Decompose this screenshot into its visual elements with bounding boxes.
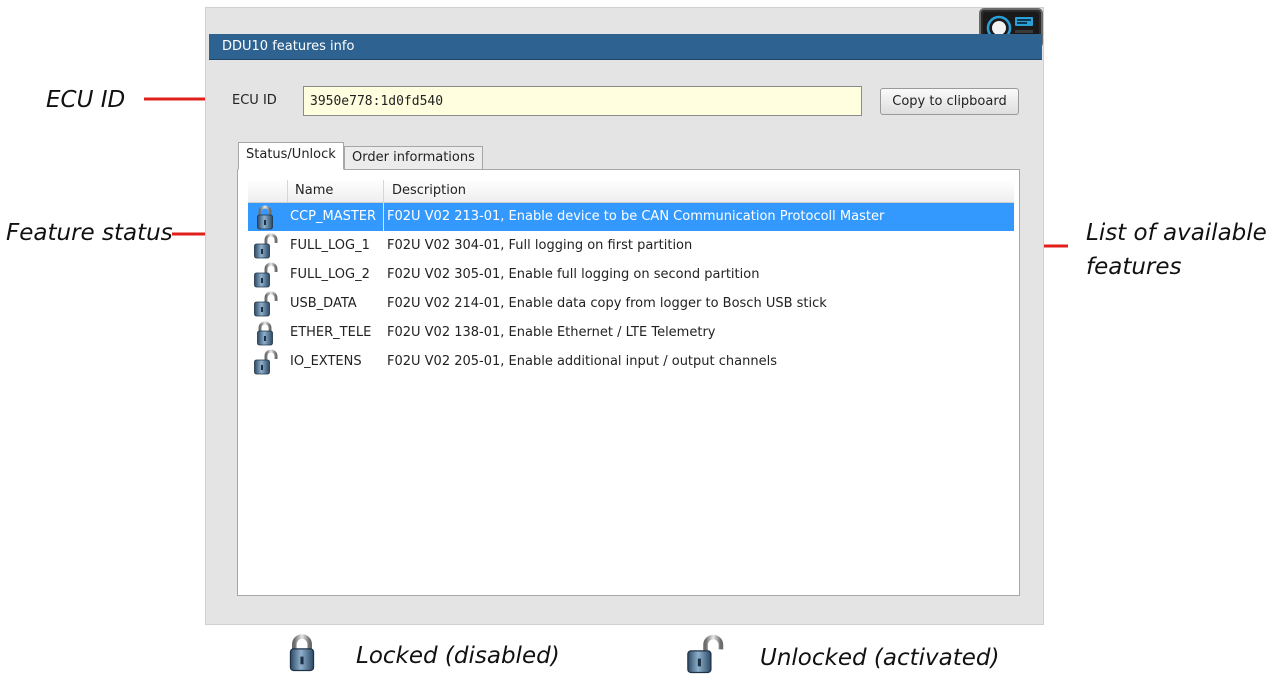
feature-description: F02U V02 205-01, Enable additional input…	[387, 354, 777, 369]
feature-description: F02U V02 213-01, Enable device to be CAN…	[387, 209, 885, 224]
column-header-name[interactable]: Name	[288, 180, 384, 203]
lock-open-icon[interactable]	[252, 262, 278, 288]
table-row[interactable]: FULL_LOG_2 F02U V02 305-01, Enable full …	[248, 261, 1014, 289]
lock-open-icon[interactable]	[252, 349, 278, 375]
feature-name: FULL_LOG_2	[290, 267, 370, 282]
feature-name: FULL_LOG_1	[290, 238, 370, 253]
lock-closed-icon[interactable]	[252, 204, 278, 230]
table-row[interactable]: FULL_LOG_1 F02U V02 304-01, Full logging…	[248, 232, 1014, 260]
features-table: Name Description CCP_MASTER F02U V02 213…	[237, 169, 1020, 596]
table-row[interactable]: CCP_MASTER F02U V02 213-01, Enable devic…	[248, 203, 1014, 231]
column-header-status[interactable]	[248, 180, 288, 203]
ecu-id-label: ECU ID	[232, 93, 277, 108]
tab-status-unlock[interactable]: Status/Unlock	[238, 142, 344, 170]
lock-open-icon[interactable]	[252, 291, 278, 317]
annotation-list-line2: features	[1086, 254, 1182, 280]
annotation-list-line1: List of available	[1086, 220, 1266, 246]
feature-description: F02U V02 138-01, Enable Ethernet / LTE T…	[387, 325, 716, 340]
feature-description: F02U V02 304-01, Full logging on first p…	[387, 238, 693, 253]
column-header-description[interactable]: Description	[384, 180, 1014, 203]
table-row[interactable]: USB_DATA F02U V02 214-01, Enable data co…	[248, 290, 1014, 318]
legend-unlocked-label: Unlocked (activated)	[760, 645, 1000, 671]
legend-locked-label: Locked (disabled)	[356, 643, 560, 669]
feature-name: ETHER_TELE	[290, 325, 372, 340]
feature-description: F02U V02 214-01, Enable data copy from l…	[387, 296, 827, 311]
features-dialog: DDU10 features info ECU ID Copy to clipb…	[205, 7, 1044, 625]
feature-name: USB_DATA	[290, 296, 357, 311]
legend-lock-closed-icon	[282, 630, 322, 674]
copy-to-clipboard-button[interactable]: Copy to clipboard	[880, 88, 1019, 115]
window-title: DDU10 features info	[209, 34, 1042, 60]
annotation-feature-status: Feature status	[6, 220, 173, 246]
ecu-id-field[interactable]	[303, 86, 862, 116]
tab-order-informations[interactable]: Order informations	[344, 146, 483, 170]
feature-description: F02U V02 305-01, Enable full logging on …	[387, 267, 760, 282]
legend-lock-open-icon	[684, 632, 724, 676]
feature-name: IO_EXTENS	[290, 354, 362, 369]
lock-closed-icon[interactable]	[252, 320, 278, 346]
lock-open-icon[interactable]	[252, 233, 278, 259]
annotation-ecu-id: ECU ID	[46, 87, 126, 113]
feature-name: CCP_MASTER	[290, 209, 377, 224]
table-row[interactable]: IO_EXTENS F02U V02 205-01, Enable additi…	[248, 348, 1014, 376]
table-row[interactable]: ETHER_TELE F02U V02 138-01, Enable Ether…	[248, 319, 1014, 347]
